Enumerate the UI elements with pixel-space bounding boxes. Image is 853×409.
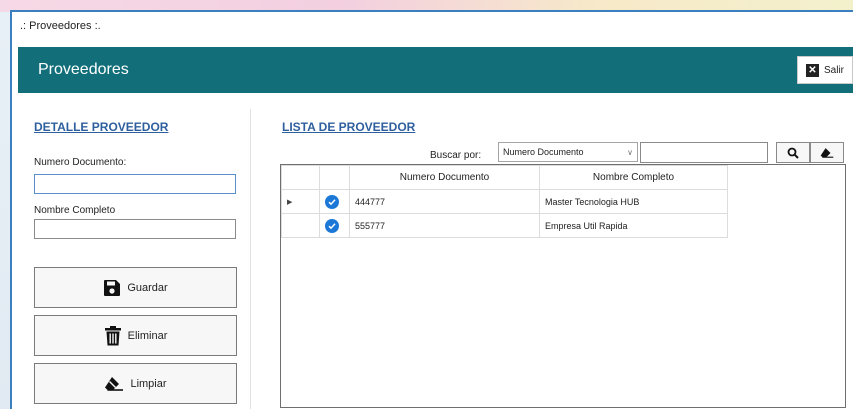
column-header-full-name[interactable]: Nombre Completo	[539, 165, 728, 190]
eraser-icon	[820, 147, 834, 159]
search-by-label: Buscar por:	[430, 150, 482, 161]
chevron-down-icon: ∨	[627, 147, 633, 157]
proveedores-window: .: Proveedores :. Proveedores ✕ Salir DE…	[10, 10, 853, 409]
clear-button-label: Limpiar	[130, 377, 167, 390]
table-row[interactable]: ▶ 444777 Master Tecnologia HUB	[281, 189, 728, 214]
grid-header-indicator	[281, 165, 320, 190]
row-pointer-icon: ▶	[281, 189, 320, 214]
document-number-label: Numero Documento:	[34, 157, 127, 168]
delete-button[interactable]: Eliminar	[34, 315, 237, 356]
row-indicator-cell	[281, 213, 320, 238]
list-heading: LISTA DE PROVEEDOR	[282, 120, 416, 134]
table-row[interactable]: 555777 Empresa Util Rapida	[281, 213, 728, 238]
check-circle-icon[interactable]	[325, 194, 339, 209]
column-header-document-number[interactable]: Numero Documento	[349, 165, 540, 190]
delete-button-label: Eliminar	[127, 329, 168, 342]
exit-button-label: Salir	[823, 64, 844, 76]
full-name-cell[interactable]: Master Tecnologia HUB	[539, 189, 728, 214]
background-strip-left	[0, 12, 10, 409]
full-name-input[interactable]	[34, 219, 236, 239]
document-number-cell[interactable]: 555777	[349, 213, 540, 238]
floppy-disk-icon	[103, 279, 121, 297]
page-title: Proveedores	[38, 61, 129, 78]
clear-search-button[interactable]	[810, 142, 844, 163]
window-title: .: Proveedores :.	[20, 20, 101, 32]
document-number-input[interactable]	[34, 174, 236, 194]
full-name-label: Nombre Completo	[34, 205, 116, 216]
search-button[interactable]	[776, 142, 810, 163]
search-by-select[interactable]: Numero Documento ∨	[498, 142, 638, 162]
close-box-icon: ✕	[805, 63, 819, 77]
full-name-cell[interactable]: Empresa Util Rapida	[539, 213, 728, 238]
detail-panel: DETALLE PROVEEDOR Numero Documento: Nomb…	[18, 93, 246, 409]
clear-button[interactable]: Limpiar	[34, 363, 237, 404]
exit-button[interactable]: ✕ Salir	[797, 56, 853, 84]
select-cell[interactable]	[319, 189, 350, 214]
save-button-label: Guardar	[127, 281, 168, 294]
providers-grid[interactable]: Numero Documento Nombre Completo ▶ 44477…	[280, 164, 846, 408]
document-number-cell[interactable]: 444777	[349, 189, 540, 214]
magnifier-icon	[787, 147, 799, 159]
header-bar: Proveedores ✕ Salir	[18, 47, 853, 93]
detail-heading: DETALLE PROVEEDOR	[34, 120, 169, 134]
search-by-selected-value: Numero Documento	[503, 147, 584, 157]
check-circle-icon[interactable]	[325, 218, 339, 233]
save-button[interactable]: Guardar	[34, 267, 237, 308]
trash-icon	[104, 325, 122, 346]
search-input[interactable]	[640, 142, 768, 163]
eraser-icon	[104, 376, 124, 392]
panel-divider	[250, 109, 251, 409]
grid-header-row: Numero Documento Nombre Completo	[281, 165, 728, 190]
grid-header-select	[319, 165, 350, 190]
select-cell[interactable]	[319, 213, 350, 238]
